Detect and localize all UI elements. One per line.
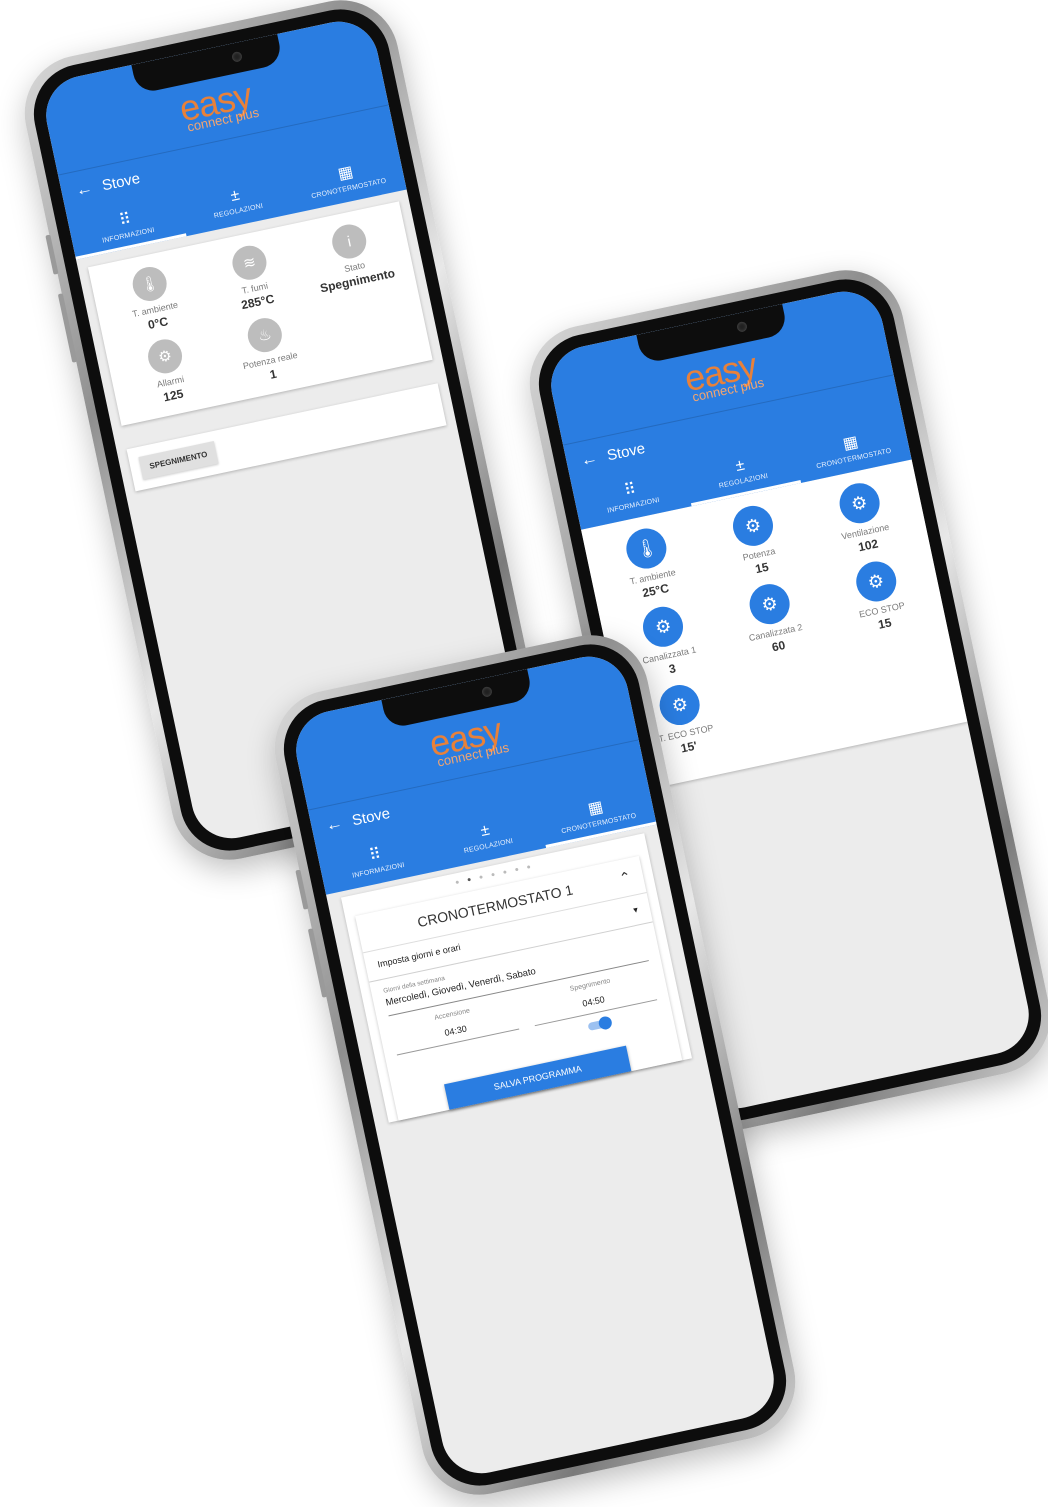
side-button [295,869,309,910]
setting-item[interactable]: ⚙ Potenza 15 [696,495,817,586]
gears-icon: ⚙ [656,681,704,729]
spegnimento-button[interactable]: SPEGNIMENTO [138,441,219,480]
enable-toggle[interactable] [586,1018,611,1032]
thermometer-icon: 🌡 [129,263,170,305]
info-item: 🌡 T. ambiente 0°C [96,257,209,341]
plus-minus-icon: ± [734,456,747,475]
side-button [45,234,59,275]
smoke-icon: ≋ [229,242,270,283]
caret-down-icon: ▾ [632,904,639,916]
gears-icon: ⚙ [729,502,777,550]
calendar-icon: ▦ [841,433,860,454]
chevron-up-icon[interactable]: ⌃ [618,868,633,887]
page-title: Stove [350,804,392,829]
info-item: ⚙ Allarmi 125 [112,329,225,413]
calendar-icon: ▦ [336,163,355,184]
arrow-left-icon[interactable]: ← [74,178,95,201]
grid-icon: ⠿ [117,210,133,230]
flame-icon: ♨ [244,314,285,356]
info-icon: i [329,221,370,262]
thermometer-icon: 🌡 [622,524,671,573]
setting-item[interactable]: ⚙ Canalizzata 2 60 [712,573,833,664]
setting-item[interactable]: ⚙ ECO STOP 15 [819,551,940,642]
arrow-left-icon[interactable]: ← [579,448,600,471]
page-title: Stove [100,169,142,194]
calendar-icon: ▦ [586,798,605,819]
info-item: ≋ T. fumi 285°C [196,236,309,320]
grid-icon: ⠿ [367,845,383,865]
app-logo: easy connect plus [175,74,261,135]
app-logo: easy connect plus [680,344,766,405]
setting-item[interactable]: ⚙ Ventilazione 102 [802,472,923,563]
gears-icon: ⚙ [144,336,186,377]
app-logo: easy connect plus [425,709,511,770]
gears-icon: ⚙ [852,557,900,606]
plus-minus-icon: ± [229,186,242,205]
grid-icon: ⠿ [622,480,638,500]
plus-minus-icon: ± [479,821,492,840]
page-title: Stove [605,439,647,464]
setting-item[interactable]: 🌡 T. ambiente 25°C [589,518,710,609]
gears-icon: ⚙ [639,603,688,651]
arrow-left-icon[interactable]: ← [324,813,345,836]
gears-icon: ⚙ [835,479,883,528]
info-item: ♨ Potenza reale 1 [211,308,324,392]
info-item: i Stato Spegnimento [296,214,409,298]
gears-icon: ⚙ [745,580,794,628]
